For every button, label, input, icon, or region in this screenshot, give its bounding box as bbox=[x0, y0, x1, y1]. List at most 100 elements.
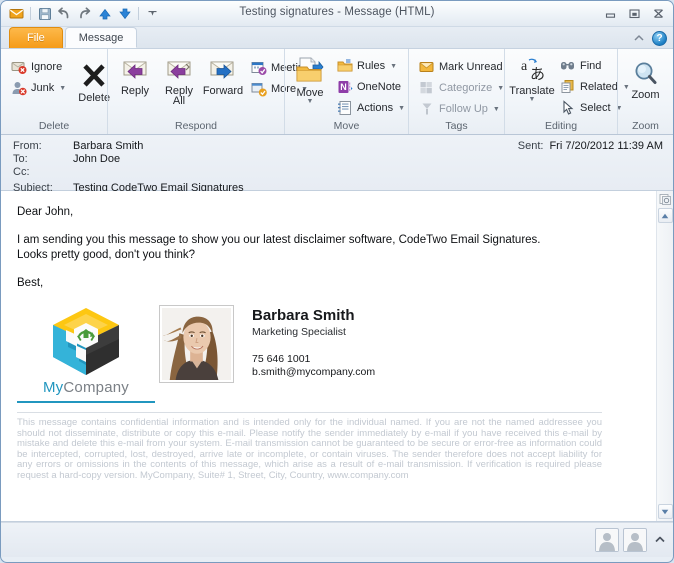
select-label: Select bbox=[580, 102, 611, 114]
ribbon-group-tags: Mark Unread Categorize ▼ Follow Up ▼ Tag… bbox=[408, 49, 504, 134]
rules-label: Rules bbox=[357, 60, 386, 72]
company-logo-block: MyCompany bbox=[17, 305, 155, 395]
outlook-message-window: Testing signatures - Message (HTML) File bbox=[0, 0, 674, 563]
mycompany-cube-logo-icon bbox=[46, 305, 126, 379]
follow-up-icon bbox=[419, 101, 435, 117]
chevron-down-icon[interactable]: ▼ bbox=[59, 85, 66, 92]
cc-label: Cc: bbox=[13, 166, 30, 178]
group-label-editing: Editing bbox=[544, 120, 578, 132]
from-label: From: bbox=[13, 140, 42, 152]
tab-strip-right-controls: ? bbox=[633, 31, 667, 46]
move-button[interactable]: Move ▼ bbox=[290, 54, 330, 105]
forward-label: Forward bbox=[202, 85, 244, 97]
chevron-down-icon[interactable]: ▼ bbox=[307, 98, 314, 105]
group-label-respond: Respond bbox=[174, 120, 218, 132]
body-scrollbar[interactable] bbox=[656, 191, 673, 521]
body-paragraph-1: I am sending you this message to show yo… bbox=[17, 234, 541, 246]
chevron-down-icon[interactable]: ▼ bbox=[529, 96, 536, 103]
collapse-ribbon-icon[interactable] bbox=[633, 33, 645, 45]
minimize-button[interactable] bbox=[601, 5, 620, 22]
reply-all-label: Reply All bbox=[164, 85, 194, 107]
ribbon-group-editing: a あ Translate ▼ Find Related ▼ Select ▼ … bbox=[504, 49, 630, 134]
signature-email[interactable]: b.smith@mycompany.com bbox=[252, 366, 375, 379]
ribbon-tab-strip: File Message ? bbox=[1, 27, 673, 49]
body-greeting: Dear John, bbox=[17, 206, 74, 218]
translate-button[interactable]: a あ Translate ▼ bbox=[509, 54, 555, 103]
contact-photo-button-1[interactable] bbox=[595, 528, 619, 552]
reply-all-button[interactable]: Reply All bbox=[157, 54, 201, 107]
reply-label: Reply bbox=[120, 85, 150, 97]
forward-icon bbox=[208, 56, 238, 84]
logo-company-text: Company bbox=[63, 379, 129, 396]
svg-text:あ: あ bbox=[530, 66, 545, 83]
delete-label: Delete bbox=[78, 92, 111, 104]
reply-icon bbox=[120, 56, 150, 84]
close-button[interactable] bbox=[649, 5, 668, 22]
mail-header-panel: From: Barbara Smith To: John Doe Cc: Sub… bbox=[1, 135, 673, 194]
forward-button[interactable]: Forward bbox=[201, 54, 245, 97]
sent-value: Fri 7/20/2012 11:39 AM bbox=[549, 140, 663, 152]
rules-button[interactable]: Rules ▼ bbox=[334, 56, 409, 76]
follow-up-label: Follow Up bbox=[439, 103, 488, 115]
zoom-label: Zoom bbox=[631, 89, 660, 101]
svg-text:a: a bbox=[521, 59, 528, 74]
junk-button[interactable]: Junk ▼ bbox=[8, 78, 70, 98]
chevron-down-icon[interactable]: ▼ bbox=[493, 106, 500, 113]
scroll-down-arrow[interactable] bbox=[657, 504, 673, 519]
attachment-preview-icon[interactable] bbox=[658, 192, 673, 207]
logo-wordmark: MyCompany bbox=[43, 380, 129, 395]
categorize-button[interactable]: Categorize ▼ bbox=[416, 78, 508, 98]
ignore-button[interactable]: Ignore bbox=[8, 57, 70, 77]
expand-people-pane-icon[interactable] bbox=[654, 535, 666, 546]
junk-label: Junk bbox=[31, 82, 55, 94]
related-icon bbox=[560, 79, 576, 95]
ribbon-group-respond: Reply Reply All Forward Meeting More ▼ R… bbox=[107, 49, 310, 134]
from-value[interactable]: Barbara Smith bbox=[73, 140, 143, 152]
disclaimer-text: This message contains confidential infor… bbox=[17, 412, 602, 481]
reading-pane: Dear John, I am sending you this message… bbox=[1, 191, 673, 522]
message-body[interactable]: Dear John, I am sending you this message… bbox=[1, 191, 656, 521]
contact-photo-button-2[interactable] bbox=[623, 528, 647, 552]
sent-info: Sent: Fri 7/20/2012 11:39 AM bbox=[518, 140, 663, 152]
to-row: To: John Doe bbox=[1, 153, 673, 166]
help-icon[interactable]: ? bbox=[652, 31, 667, 46]
logo-my-text: My bbox=[42, 379, 64, 396]
avatar bbox=[162, 308, 231, 380]
svg-text:N: N bbox=[340, 82, 347, 92]
ribbon-group-zoom: Zoom Zoom bbox=[617, 49, 673, 134]
mark-unread-button[interactable]: Mark Unread bbox=[416, 57, 508, 77]
mark-unread-icon bbox=[419, 59, 435, 75]
junk-icon bbox=[11, 80, 27, 96]
restore-button[interactable] bbox=[625, 5, 644, 22]
more-respond-icon bbox=[251, 81, 267, 97]
reply-button[interactable]: Reply bbox=[113, 54, 157, 97]
signature-divider-rule bbox=[17, 401, 155, 403]
rules-icon bbox=[337, 58, 353, 74]
ignore-icon bbox=[11, 59, 27, 75]
actions-label: Actions bbox=[357, 102, 394, 114]
zoom-button[interactable]: Zoom bbox=[624, 58, 668, 101]
sent-label: Sent: bbox=[517, 140, 544, 152]
tab-message[interactable]: Message bbox=[64, 27, 138, 48]
actions-button[interactable]: Actions ▼ bbox=[334, 98, 409, 118]
status-bar bbox=[1, 522, 673, 557]
signature-details: Barbara Smith Marketing Specialist 75 64… bbox=[252, 305, 375, 379]
actions-icon bbox=[337, 100, 353, 116]
tab-file[interactable]: File bbox=[9, 27, 63, 48]
follow-up-button[interactable]: Follow Up ▼ bbox=[416, 99, 508, 119]
chevron-down-icon[interactable]: ▼ bbox=[398, 105, 405, 112]
group-label-tags: Tags bbox=[445, 120, 468, 132]
onenote-icon: N bbox=[337, 79, 353, 95]
onenote-button[interactable]: N OneNote bbox=[334, 77, 409, 97]
find-label: Find bbox=[580, 60, 602, 72]
body-paragraph-2: Looks pretty good, don't you think? bbox=[17, 249, 196, 261]
categorize-label: Categorize bbox=[439, 82, 493, 94]
signature-name: Barbara Smith bbox=[252, 307, 355, 324]
reply-all-icon bbox=[164, 56, 194, 84]
to-value[interactable]: John Doe bbox=[73, 153, 120, 165]
scroll-up-arrow[interactable] bbox=[657, 208, 673, 223]
window-controls bbox=[601, 5, 668, 22]
meeting-icon bbox=[251, 60, 267, 76]
chevron-down-icon[interactable]: ▼ bbox=[390, 63, 397, 70]
title-bar: Testing signatures - Message (HTML) bbox=[1, 1, 673, 27]
